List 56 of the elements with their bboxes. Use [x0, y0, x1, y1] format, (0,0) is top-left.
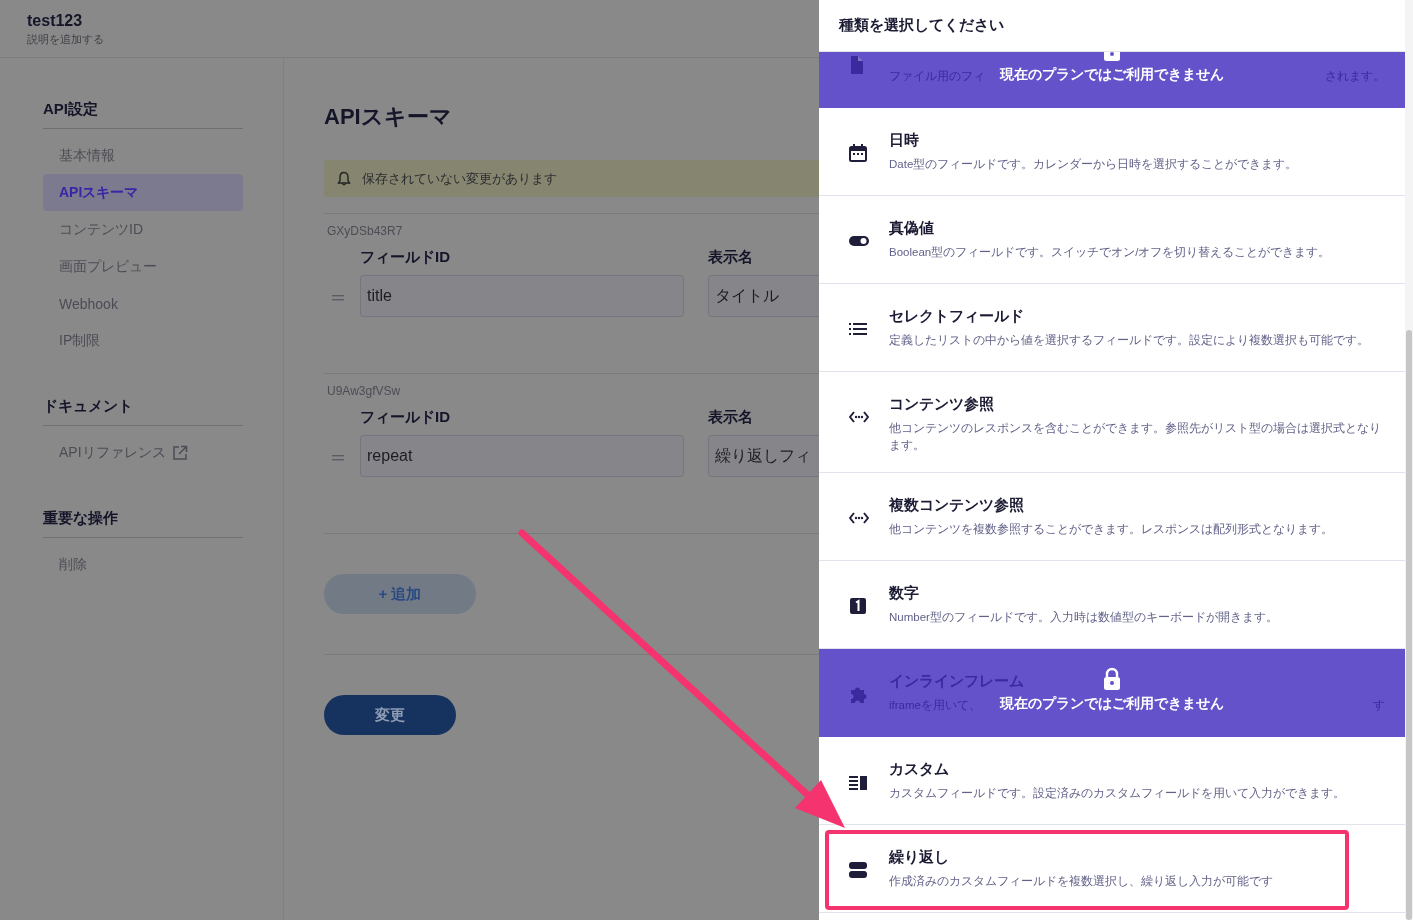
field-type-description: 他コンテンツを複数参照することができます。レスポンスは配列形式となります。 — [889, 522, 1333, 538]
scrollbar[interactable] — [1405, 0, 1413, 920]
field-type-description: カスタムフィールドです。設定済みのカスタムフィールドを用いて入力ができます。 — [889, 786, 1345, 801]
input-field[interactable]: repeat — [360, 435, 684, 477]
field-label: 表示名 — [708, 408, 754, 427]
sidebar-item[interactable]: コンテンツID — [43, 211, 243, 248]
page-title: APIスキーマ — [324, 103, 453, 131]
calendar-icon — [849, 144, 869, 162]
field-type-title: コンテンツ参照 — [889, 394, 994, 414]
unsaved-notice: 保存されていない変更があります — [324, 160, 819, 197]
stack-icon — [849, 861, 869, 879]
field-label: 表示名 — [708, 248, 754, 267]
input-field[interactable]: 繰り返しフィ — [708, 435, 819, 477]
input-field[interactable]: title — [360, 275, 684, 317]
list-icon — [849, 320, 869, 338]
save-button[interactable]: 変更 — [324, 695, 456, 735]
input-field[interactable]: タイトル — [708, 275, 819, 317]
sidebar-item[interactable]: 画面プレビュー — [43, 248, 243, 285]
external-link-icon — [171, 444, 188, 461]
sidebar-heading: API設定 — [43, 100, 243, 129]
field-type-description: Boolean型のフィールドです。スイッチでオン/オフを切り替えることができます。 — [889, 245, 1331, 260]
sidebar-heading: ドキュメント — [43, 397, 243, 426]
bell-icon — [336, 170, 352, 187]
field-type-title: カスタム — [889, 759, 949, 779]
field-type-description: Date型のフィールドです。カレンダーから日時を選択することができます。 — [889, 157, 1298, 172]
sidebar-item[interactable]: 基本情報 — [43, 137, 243, 174]
field-type-title: 数字 — [889, 583, 919, 603]
sidebar-item[interactable]: Webhook — [43, 285, 243, 322]
puzzle-icon — [849, 685, 869, 703]
number-icon — [849, 597, 869, 615]
sidebar-item[interactable]: APIリファレンス — [43, 434, 243, 471]
plan-unavailable-message: 現在のプランではご利用できません — [1000, 695, 1224, 712]
columns-icon — [849, 773, 869, 791]
drag-handle-icon[interactable] — [332, 293, 344, 302]
field-key: GXyDSb43R7 — [327, 224, 819, 238]
field-type-description: Number型のフィールドです。入力時は数値型のキーボードが開きます。 — [889, 610, 1278, 625]
plan-unavailable-message: 現在のプランではご利用できません — [1000, 66, 1224, 83]
lock-icon — [1102, 667, 1122, 691]
field-key: U9Aw3gfVSw — [327, 384, 819, 398]
project-title: test123 — [27, 12, 84, 30]
sidebar-item[interactable]: APIスキーマ — [43, 174, 243, 211]
field-type-title: 真偽値 — [889, 218, 934, 238]
field-type-title: 日時 — [889, 130, 919, 150]
field-type-title: 複数コンテンツ参照 — [889, 495, 1024, 515]
field-label: フィールドID — [360, 408, 451, 427]
sidebar-heading: 重要な操作 — [43, 509, 243, 538]
field-type-description: 他コンテンツのレスポンスを含むことができます。参照先がリスト型の場合は選択式となります。 — [889, 421, 1382, 453]
drag-handle-icon[interactable] — [332, 453, 344, 462]
project-description[interactable]: 説明を追加する — [27, 32, 792, 47]
field-label: フィールドID — [360, 248, 451, 267]
field-type-title: 繰り返し — [889, 847, 949, 867]
field-type-title: セレクトフィールド — [889, 306, 1024, 326]
field-type-description: 作成済みのカスタムフィールドを複数選択し、繰り返し入力が可能です — [889, 874, 1273, 889]
sidebar-item[interactable]: 削除 — [43, 546, 243, 583]
field-type-item[interactable]: 繰り返し 作成済みのカスタムフィールドを複数選択し、繰り返し入力が可能です — [819, 825, 1405, 913]
field-type-description: 定義したリストの中から値を選択するフィールドです。設定により複数選択も可能です。 — [889, 333, 1369, 348]
